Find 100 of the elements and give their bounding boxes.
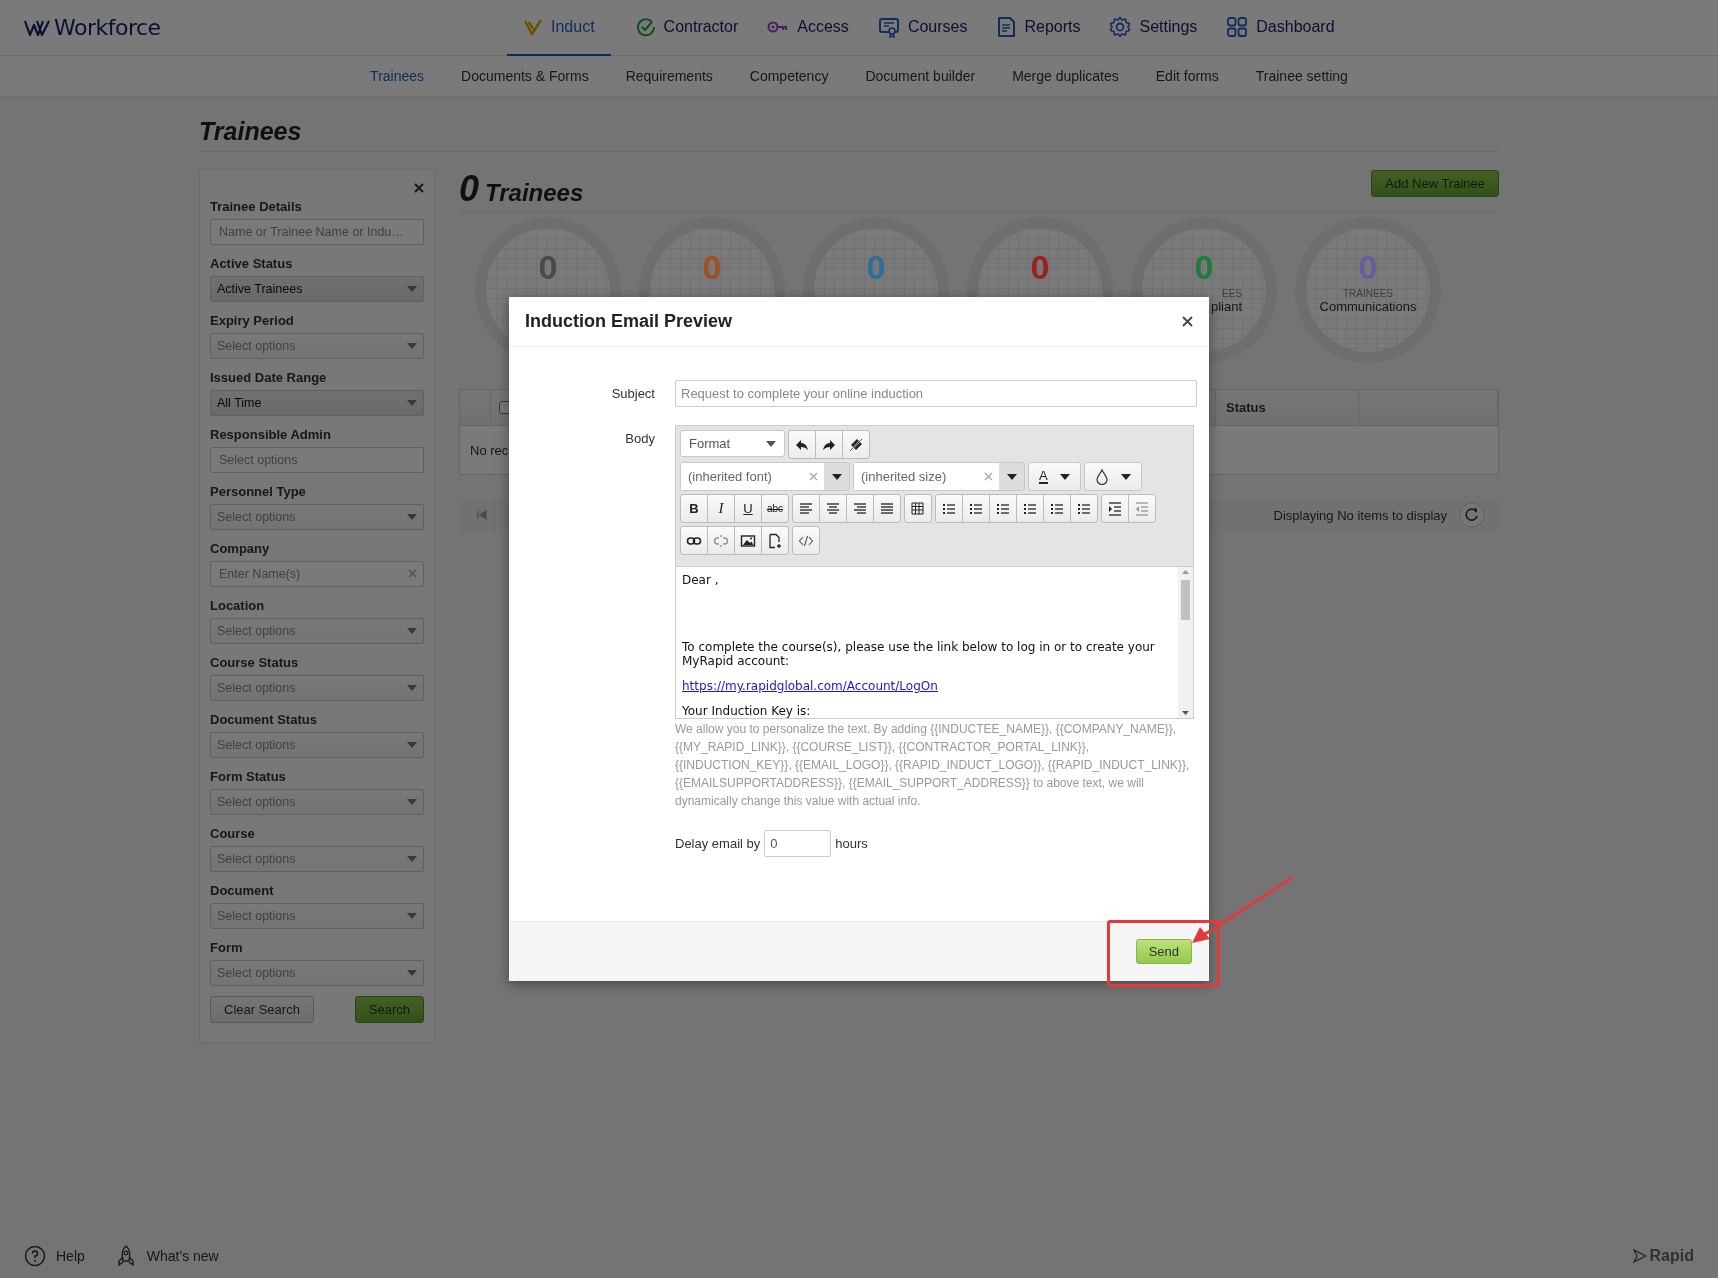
align-right-button[interactable] [846, 494, 874, 523]
italic-button[interactable]: I [707, 494, 735, 523]
text-field[interactable]: Select options [210, 447, 424, 473]
bullet-list-button[interactable] [935, 494, 963, 523]
caret-icon [407, 628, 417, 634]
brand-name: Workforce [54, 15, 161, 40]
nav-tab[interactable]: Reports [992, 0, 1085, 56]
roman-list-button[interactable] [1043, 494, 1071, 523]
stat-caption: TRAINEES [1343, 288, 1393, 299]
image-icon [740, 532, 756, 549]
caret-icon [407, 970, 417, 976]
indent-button[interactable] [1101, 494, 1129, 523]
field-label: Trainee Details [210, 198, 302, 216]
unlink-icon [713, 532, 729, 549]
justify-button[interactable] [873, 494, 901, 523]
sub-nav-tab[interactable]: Edit forms [1155, 68, 1219, 84]
redo-button[interactable] [815, 430, 843, 459]
nav-tab[interactable]: Access [763, 0, 853, 56]
field-label: Course Status [210, 654, 299, 672]
stat-label: Communications [1319, 299, 1417, 314]
scroll-up-icon [1182, 570, 1189, 574]
field-label: Location [210, 597, 265, 615]
subject-field[interactable]: Request to complete your online induction [675, 380, 1197, 407]
table-button[interactable] [904, 494, 932, 523]
caret-icon [407, 742, 417, 748]
lettered-list-button[interactable] [989, 494, 1017, 523]
numbered-list-button[interactable] [962, 494, 990, 523]
logon-link[interactable]: https://my.rapidglobal.com/Account/LogOn [682, 679, 938, 693]
first-page-icon [477, 510, 487, 520]
file-icon [767, 532, 783, 549]
font-dropdown[interactable]: (inherited font) [680, 462, 850, 491]
document-icon [996, 15, 1017, 38]
stat-value: 0 [866, 248, 886, 286]
sub-nav-tab[interactable]: Competency [749, 68, 829, 84]
text-field[interactable]: Enter Name(s) [210, 561, 424, 587]
delay-unit: hours [835, 836, 868, 851]
sub-nav-tab[interactable]: Documents & Forms [461, 68, 589, 84]
align-left-button[interactable] [792, 494, 820, 523]
square-list-button[interactable] [1070, 494, 1098, 523]
source-code-button[interactable] [792, 526, 820, 555]
size-dropdown[interactable]: (inherited size) [853, 462, 1025, 491]
nav-tab[interactable]: Settings [1105, 0, 1202, 56]
send-button[interactable]: Send [1135, 939, 1192, 964]
caret-icon [1006, 473, 1017, 480]
image-button[interactable] [734, 526, 762, 555]
drop-icon [1095, 468, 1109, 485]
clear-icon [984, 472, 993, 481]
select-all-checkbox[interactable] [499, 401, 512, 414]
help-icon [24, 1245, 46, 1267]
pager-info: Displaying No items to display [1273, 507, 1447, 523]
field-label: Document Status [210, 711, 317, 729]
sub-nav-tab[interactable]: Trainee setting [1255, 68, 1348, 84]
field-label: Active Status [210, 255, 293, 273]
nav-tab[interactable]: Dashboard [1222, 0, 1339, 56]
field-label: Form Status [210, 768, 286, 786]
delay-field[interactable]: 0 [764, 830, 832, 857]
body-text: Dear , [682, 573, 719, 587]
field-label: Expiry Period [210, 312, 294, 330]
add-trainee-button[interactable]: Add New Trainee [1371, 170, 1499, 197]
undo-button[interactable] [788, 430, 816, 459]
stat-value: 0 [702, 248, 722, 286]
nav-tab[interactable]: Contractor [631, 0, 743, 56]
help-link[interactable]: Help [56, 1248, 85, 1264]
clear-format-button[interactable] [842, 430, 870, 459]
align-center-button[interactable] [819, 494, 847, 523]
file-button[interactable] [761, 526, 789, 555]
bold-button[interactable]: B [680, 494, 708, 523]
justify-icon [879, 500, 895, 517]
format-dropdown[interactable]: Format [680, 430, 785, 457]
background-color-button[interactable] [1084, 462, 1142, 491]
settings-icon [1109, 15, 1132, 38]
rapid-logo-icon [1632, 1249, 1647, 1263]
scroll-thumb[interactable] [1181, 580, 1190, 620]
circle-list-button[interactable] [1016, 494, 1044, 523]
clear-search-button[interactable]: Clear Search [210, 996, 314, 1023]
text-input[interactable]: Enter Name(s) [211, 567, 408, 581]
stat-label: pliant [1210, 299, 1242, 314]
underline-button[interactable]: U [734, 494, 762, 523]
select-field[interactable]: Active Trainees [210, 276, 424, 302]
email-body[interactable]: Dear , To complete the course(s), please use the link below to log in or to create your MyRapid account: https://my.rapidglobal.com/Account/LogOn Your Induction Key is: [676, 567, 1178, 718]
sub-nav-tab[interactable]: Document builder [865, 68, 976, 84]
link-button[interactable] [680, 526, 708, 555]
whats-new-link[interactable]: What's new [146, 1248, 219, 1264]
sub-nav-tab[interactable]: Requirements [625, 68, 713, 84]
body-text: Your Induction Key is: [682, 704, 811, 718]
caret-icon [831, 473, 842, 480]
search-button[interactable]: Search [354, 996, 424, 1023]
select-field[interactable]: All Time [210, 390, 424, 416]
dialog-title: Induction Email Preview [525, 311, 733, 332]
stat-value: 0 [1194, 248, 1214, 286]
grid-icon [1226, 15, 1249, 38]
sub-nav-tab[interactable]: Merge duplicates [1012, 68, 1119, 84]
strikethrough-button[interactable]: abc [761, 494, 789, 523]
nav-tab[interactable]: Courses [873, 0, 972, 56]
sub-nav-tab[interactable]: Trainees [370, 68, 425, 84]
text-color-button[interactable]: A [1028, 462, 1081, 491]
scrollbar[interactable] [1178, 567, 1193, 718]
align-right-icon [852, 500, 868, 517]
column-header[interactable]: Status [1216, 400, 1266, 415]
caret-icon [407, 856, 417, 862]
